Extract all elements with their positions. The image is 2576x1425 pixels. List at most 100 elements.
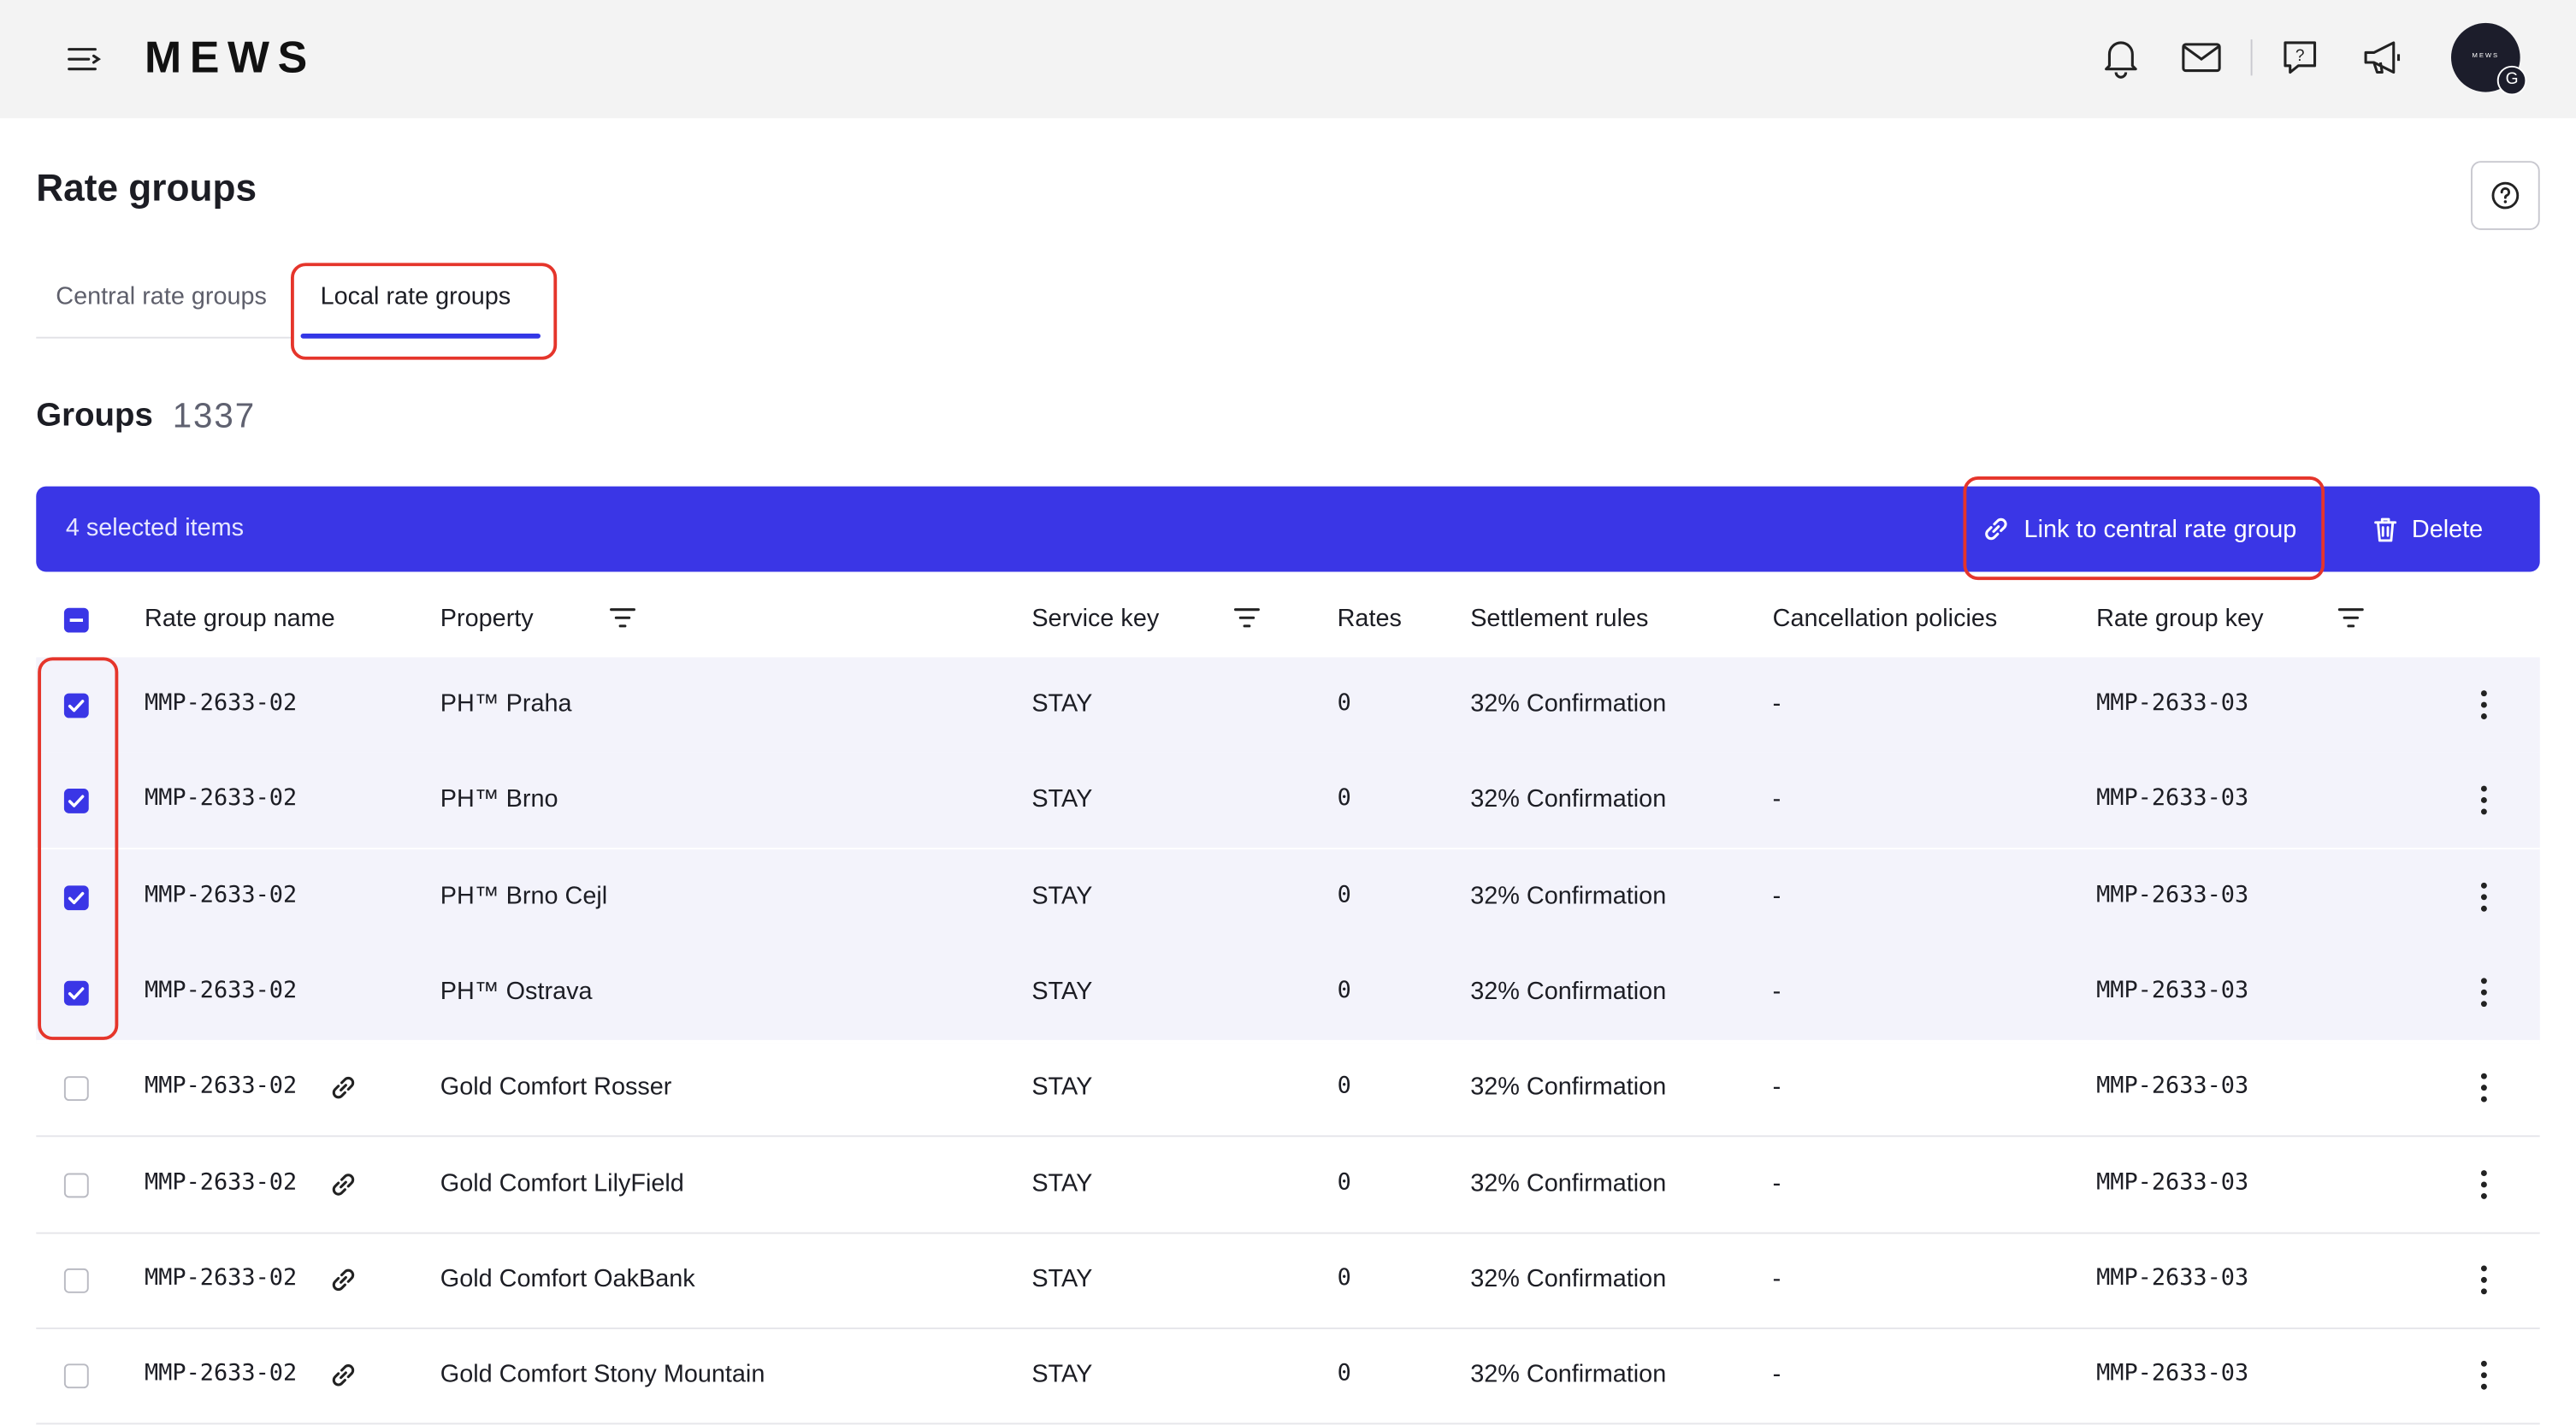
table-row[interactable]: MMP-2633-02 PH™ Ostrava STAY 0 32% Confirmat… [36, 944, 2540, 1044]
table-row[interactable]: MMP-2633-02 Gold Comfort Rosser STAY 0 32% C… [36, 1040, 2540, 1138]
column-header-cancellation-policies[interactable]: Cancellation policies [1773, 605, 1998, 633]
table-row[interactable]: MMP-2633-02 PH™ Brno Cejl STAY 0 32% Confirm… [36, 848, 2540, 948]
table-row[interactable]: MMP-2633-02 Gold Comfort LilyField STAY 0 32… [36, 1136, 2540, 1233]
cell-rate-group-name[interactable]: MMP-2633-02 [145, 882, 297, 908]
cell-service-key: STAY [1031, 881, 1093, 910]
cell-rates: 0 [1337, 785, 1351, 813]
page-title: Rate groups [36, 166, 257, 209]
more-vert-icon[interactable] [2480, 1265, 2488, 1295]
selected-items-count: 4 selected items [65, 514, 245, 542]
linked-icon [332, 1077, 355, 1099]
cell-rate-group-name[interactable]: MMP-2633-02 [145, 690, 297, 717]
cell-property: Gold Comfort Rosser [440, 1073, 672, 1102]
filter-icon[interactable] [1233, 606, 1261, 630]
brand-logo[interactable]: MEWS [145, 33, 316, 84]
tabs-divider [36, 336, 292, 339]
cell-property: PH™ Brno [440, 785, 558, 814]
help-chat-icon[interactable]: ? [2278, 36, 2321, 79]
cell-service-key: STAY [1031, 1168, 1093, 1197]
cell-cancellation-policies: - [1772, 977, 1781, 1006]
cell-property: Gold Comfort Stony Mountain [440, 1360, 765, 1389]
cell-rate-group-key: MMP-2633-03 [2096, 1168, 2249, 1196]
cell-property: PH™ Praha [440, 689, 572, 718]
help-icon [2491, 181, 2520, 210]
cell-rate-group-name[interactable]: MMP-2633-02 [145, 1169, 297, 1196]
linked-icon [332, 1268, 355, 1291]
column-header-rate-group-key[interactable]: Rate group key [2096, 605, 2263, 633]
cell-property: PH™ Brno Cejl [440, 881, 608, 910]
more-vert-icon[interactable] [2480, 786, 2488, 816]
filter-icon[interactable] [610, 606, 636, 630]
cell-property: Gold Comfort LilyField [440, 1168, 684, 1197]
cell-rate-group-key: MMP-2633-03 [2096, 881, 2249, 908]
more-vert-icon[interactable] [2480, 1073, 2488, 1103]
cell-rate-group-key: MMP-2633-03 [2096, 689, 2249, 717]
cell-settlement-rules: 32% Confirmation [1470, 977, 1667, 1006]
row-checkbox[interactable] [63, 1363, 89, 1389]
more-vert-icon[interactable] [2480, 690, 2488, 720]
select-all-checkbox[interactable] [63, 607, 89, 633]
avatar-text: MEWS [2472, 50, 2500, 60]
cell-service-key: STAY [1031, 977, 1093, 1006]
cell-rate-group-key: MMP-2633-03 [2096, 1264, 2249, 1292]
highlight-local-tab [290, 263, 558, 360]
cell-cancellation-policies: - [1772, 1264, 1781, 1293]
cell-rates: 0 [1337, 1073, 1351, 1100]
cell-service-key: STAY [1031, 1073, 1093, 1102]
cell-settlement-rules: 32% Confirmation [1470, 1264, 1667, 1293]
row-checkbox[interactable] [63, 1172, 89, 1197]
column-header-property[interactable]: Property [440, 605, 534, 633]
cell-rate-group-name[interactable]: MMP-2633-02 [145, 1361, 297, 1387]
more-vert-icon[interactable] [2480, 1361, 2488, 1391]
groups-count: 1337 [172, 397, 257, 436]
avatar[interactable]: MEWS G [2450, 22, 2527, 96]
filter-icon[interactable] [2337, 606, 2364, 630]
delete-button[interactable]: Delete [2372, 503, 2483, 555]
trash-icon [2374, 517, 2397, 541]
cell-service-key: STAY [1031, 1360, 1093, 1389]
cell-rates: 0 [1337, 689, 1351, 717]
cell-rate-group-key: MMP-2633-03 [2096, 1073, 2249, 1100]
bell-icon[interactable] [2100, 36, 2142, 79]
more-vert-icon[interactable] [2480, 882, 2488, 912]
cell-rate-group-name[interactable]: MMP-2633-02 [145, 786, 297, 813]
cell-settlement-rules: 32% Confirmation [1470, 1168, 1667, 1197]
svg-text:?: ? [2295, 47, 2305, 65]
help-button[interactable] [2471, 161, 2540, 230]
cell-rate-group-name[interactable]: MMP-2633-02 [145, 978, 297, 1004]
cell-rate-group-name[interactable]: MMP-2633-02 [145, 1073, 297, 1100]
column-header-service-key[interactable]: Service key [1031, 605, 1159, 633]
cell-cancellation-policies: - [1772, 881, 1781, 910]
menu-icon[interactable] [66, 43, 102, 75]
top-bar: MEWS ? MEWS G [0, 0, 2576, 119]
table-row[interactable]: MMP-2633-02 Gold Comfort OakBank STAY 0 32% … [36, 1232, 2540, 1329]
linked-icon [332, 1173, 355, 1195]
megaphone-icon[interactable] [2360, 36, 2407, 79]
cell-service-key: STAY [1031, 689, 1093, 718]
tab-central-rate-groups[interactable]: Central rate groups [56, 282, 267, 310]
cell-cancellation-policies: - [1772, 689, 1781, 718]
cell-settlement-rules: 32% Confirmation [1470, 1360, 1667, 1389]
highlight-selected-checkboxes [38, 657, 119, 1040]
cell-property: PH™ Ostrava [440, 977, 593, 1006]
cell-rate-group-key: MMP-2633-03 [2096, 977, 2249, 1004]
table-row[interactable]: MMP-2633-02 PH™ Brno STAY 0 32% Confirmation… [36, 753, 2540, 852]
cell-rates: 0 [1337, 1360, 1351, 1387]
cell-cancellation-policies: - [1772, 785, 1781, 814]
table-row[interactable]: MMP-2633-02 Gold Comfort Stony Mountain ST… [36, 1327, 2540, 1425]
more-vert-icon[interactable] [2480, 978, 2488, 1008]
cell-cancellation-policies: - [1772, 1168, 1781, 1197]
row-checkbox[interactable] [63, 1268, 89, 1293]
cell-rates: 0 [1337, 1264, 1351, 1292]
more-vert-icon[interactable] [2480, 1169, 2488, 1199]
row-checkbox[interactable] [63, 1076, 89, 1102]
cell-rate-group-name[interactable]: MMP-2633-02 [145, 1265, 297, 1292]
cell-rate-group-key: MMP-2633-03 [2096, 1360, 2249, 1387]
table-row[interactable]: MMP-2633-02 PH™ Praha STAY 0 32% Confirmatio… [36, 657, 2540, 756]
column-header-rates[interactable]: Rates [1338, 605, 1402, 633]
column-header-rate-group-name[interactable]: Rate group name [145, 605, 335, 633]
mail-icon[interactable] [2180, 36, 2223, 79]
cell-settlement-rules: 32% Confirmation [1470, 785, 1667, 814]
column-header-settlement-rules[interactable]: Settlement rules [1470, 605, 1648, 633]
cell-cancellation-policies: - [1772, 1073, 1781, 1102]
